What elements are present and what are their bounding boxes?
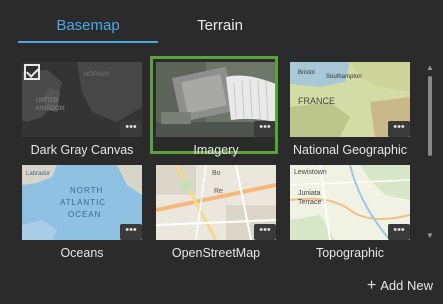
checkbox-checked-icon[interactable] [24,64,40,80]
basemap-label: Imagery [193,143,239,157]
basemap-tile-openstreetmap[interactable]: Bo Re ••• OpenStreetMap [156,165,278,285]
scrollbar-thumb[interactable] [428,76,432,156]
map-label-lewistown: Lewistown [294,169,327,176]
add-new-button[interactable]: + Add New [367,276,433,296]
dark-gray-canvas-thumbnail: NORWAY UNITED KINGDOM ••• [22,62,142,137]
add-new-label: Add New [380,278,433,293]
more-options-button[interactable]: ••• [120,224,142,240]
basemap-label: OpenStreetMap [171,246,261,260]
more-options-button[interactable]: ••• [388,224,410,240]
tab-bar: Basemap Terrain [18,8,268,44]
tab-basemap[interactable]: Basemap [18,8,158,44]
basemap-tile-oceans[interactable]: Labrador NORTH ATLANTIC OCEAN ••• Oceans [22,165,144,285]
basemap-label: Dark Gray Canvas [30,143,134,157]
basemap-tile-dark-gray-canvas[interactable]: NORWAY UNITED KINGDOM ••• Dark Gray Canv… [22,62,144,182]
map-label-united: UNITED [36,98,59,104]
plus-icon: + [366,277,377,294]
map-label-juniata: Juniata [298,190,321,197]
map-label-atlantic: ATLANTIC [60,198,106,207]
map-label-kingdom: KINGDOM [36,106,65,112]
basemap-label: Topographic [315,246,385,260]
imagery-thumbnail: ••• [156,62,276,137]
basemap-panel: Basemap Terrain NORWAY UNITED KINGDOM ••… [0,0,443,304]
more-options-button[interactable]: ••• [254,224,276,240]
active-tab-indicator [18,41,158,43]
more-options-button[interactable]: ••• [120,121,142,137]
more-options-button[interactable]: ••• [254,121,276,137]
map-label-terrace: Terrace [298,199,321,206]
openstreetmap-thumbnail: Bo Re ••• [156,165,276,240]
more-options-button[interactable]: ••• [388,121,410,137]
scroll-down-arrow-icon[interactable]: ▼ [425,232,435,240]
basemap-tile-imagery[interactable]: ••• Imagery [150,56,278,182]
oceans-thumbnail: Labrador NORTH ATLANTIC OCEAN ••• [22,165,142,240]
tab-terrain[interactable]: Terrain [178,8,262,44]
basemap-label: National Geographic [293,143,407,157]
map-label-labrador: Labrador [26,171,50,177]
map-label-bo: Bo [212,170,221,177]
scroll-up-arrow-icon[interactable]: ▲ [425,64,435,72]
map-label-bristol: Bristol [298,70,315,76]
national-geographic-thumbnail: Bristol Southampton FRANCE ••• [290,62,410,137]
map-label-france: FRANCE [298,96,335,106]
basemap-tile-topographic[interactable]: Lewistown Juniata Terrace ••• Topographi… [290,165,412,285]
basemap-label: Oceans [60,246,104,260]
topographic-thumbnail: Lewistown Juniata Terrace ••• [290,165,410,240]
map-label-southampton: Southampton [326,74,362,80]
map-label-norway: NORWAY [84,72,110,78]
map-label-ocean: OCEAN [68,210,101,219]
map-label-north: NORTH [70,186,103,195]
map-label-re: Re [214,188,223,195]
basemap-tile-national-geographic[interactable]: Bristol Southampton FRANCE ••• National … [290,62,412,182]
